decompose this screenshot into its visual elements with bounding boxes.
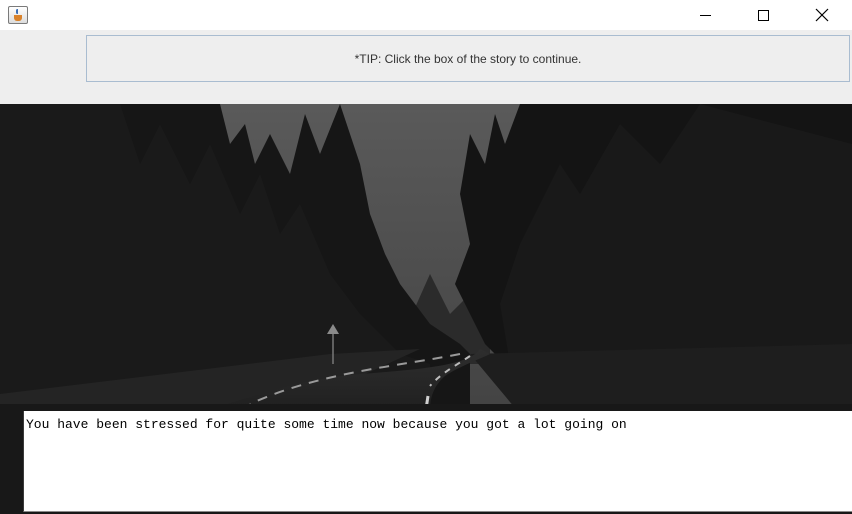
minimize-button[interactable] — [676, 0, 734, 30]
maximize-button[interactable] — [734, 0, 792, 30]
story-box[interactable]: You have been stressed for quite some ti… — [23, 411, 852, 512]
story-text: You have been stressed for quite some ti… — [26, 417, 627, 432]
minimize-icon — [699, 14, 711, 16]
tip-panel: *TIP: Click the box of the story to cont… — [0, 30, 852, 104]
java-cup-icon[interactable] — [8, 6, 28, 24]
tip-box: *TIP: Click the box of the story to cont… — [86, 35, 850, 82]
maximize-icon — [757, 9, 769, 21]
tip-label: *TIP: Click the box of the story to cont… — [354, 51, 582, 66]
close-icon — [815, 8, 829, 22]
title-bar — [0, 0, 852, 30]
close-button[interactable] — [793, 0, 851, 30]
